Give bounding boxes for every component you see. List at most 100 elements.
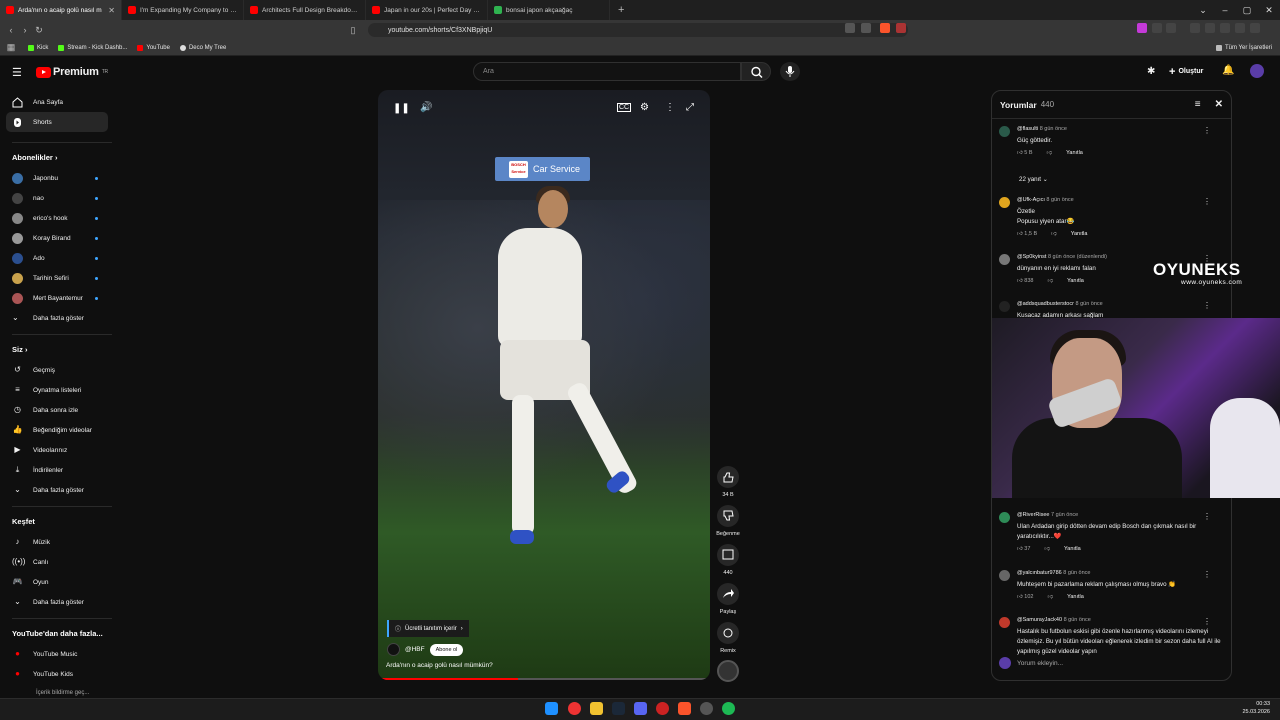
more-vertical-icon[interactable]: ⋮ [1203,617,1211,626]
extension-icon[interactable] [1166,23,1176,33]
windows-start-icon[interactable] [545,702,558,715]
music-extension-icon[interactable] [1190,23,1200,33]
share-button[interactable]: Paylaş [714,583,742,615]
reply-button[interactable]: Yanıtla [1066,150,1083,156]
sidebar-item[interactable]: ◷ Daha sonra izle [0,400,114,420]
sort-icon[interactable]: ≡ [1195,99,1201,110]
like-comment-button[interactable]: 👍︎ 37 [1017,546,1030,552]
sidebar-footer-link[interactable]: İçerik bildirme geç... [36,690,89,696]
more-vertical-icon[interactable]: ⋮ [1203,197,1211,206]
dislike-comment-button[interactable]: 👎︎ [1051,231,1057,237]
comment-author[interactable]: @SamurayJack40 [1017,617,1062,623]
like-comment-button[interactable]: 👍︎ 5 B [1017,150,1033,156]
sidebar-item-subscription[interactable]: Tarihin Sefiri [0,268,114,288]
opera-icon[interactable] [656,702,669,715]
like-comment-button[interactable]: 👍︎ 102 [1017,594,1033,600]
browser-tab[interactable]: Architects Full Design Breakdown of [244,0,366,20]
sound-thumbnail[interactable] [714,660,742,686]
paid-promotion-badge[interactable]: ⓘ Ücretli tanıtım içerir › [387,620,469,637]
discord-icon[interactable] [634,702,647,715]
close-icon[interactable]: ✕ [1215,99,1223,110]
close-window-icon[interactable]: ✕ [1258,5,1280,16]
apps-grid-icon[interactable]: ▦ [4,42,18,53]
browser-tab[interactable]: Arda'nın o acaip golü nasıl m ✕ [0,0,122,20]
comment-author[interactable]: @flasulti [1017,126,1038,132]
spotify-icon[interactable] [722,702,735,715]
sidebar-toggle-icon[interactable] [1205,23,1215,33]
video-title[interactable]: Arda'nın o acaip golü nasıl mümkün? [386,662,493,669]
forward-icon[interactable]: › [18,25,32,35]
back-icon[interactable]: ‹ [4,25,18,35]
add-comment-field[interactable]: Yorum ekleyin... [999,657,1224,669]
avatar[interactable] [999,126,1010,137]
sidebar-item[interactable]: ● YouTube Music [0,644,114,664]
fullscreen-icon[interactable]: ⤢ [686,102,694,113]
sidebar-item[interactable]: ⌄ Daha fazla göster [0,480,114,500]
sidebar-item-subscription[interactable]: erico's hook [0,208,114,228]
comment-author[interactable]: @RiverRisee [1017,512,1049,518]
obs-icon[interactable] [700,702,713,715]
sidebar-item-subscription[interactable]: Mert Bayantemur [0,288,114,308]
channel-avatar[interactable] [387,643,400,656]
avatar[interactable] [999,512,1010,523]
brave-shields-icon[interactable] [880,23,890,33]
avatar[interactable] [999,617,1010,628]
more-vertical-icon[interactable]: ⋮ [1203,126,1211,135]
comment-author[interactable]: @Ufk-Açıcı [1017,197,1045,203]
system-clock[interactable]: 00:33 25.03.2026 [1242,700,1270,716]
dislike-comment-button[interactable]: 👎︎ [1047,150,1053,156]
sidebar-item[interactable]: ↺ Geçmiş [0,360,114,380]
bookmark-stream[interactable]: Stream - Kick Dashb... [58,44,127,51]
voice-search-button[interactable] [780,62,800,81]
tab-search-icon[interactable]: ⌄ [1192,5,1214,16]
like-button[interactable]: 34 B [714,466,742,498]
menu-icon[interactable] [1250,23,1260,33]
sidebar-item[interactable]: ⌄ Daha fazla göster [0,592,114,612]
subscriptions-header[interactable]: Abonelikler › [0,143,118,168]
sidebar-item-subscription[interactable]: Ado [0,248,114,268]
steam-icon[interactable] [612,702,625,715]
reply-button[interactable]: Yanıtla [1064,546,1081,552]
sidebar-item[interactable]: ((•)) Canlı [0,552,114,572]
avatar[interactable] [999,197,1010,208]
reply-button[interactable]: Yanıtla [1067,278,1084,284]
search-button[interactable] [741,62,771,81]
address-bar[interactable]: youtube.com/shorts/Cf3XNBpjiqU [368,23,908,37]
wallet-icon[interactable] [1220,23,1230,33]
sponsor-overlay[interactable]: BOSCH Service Car Service [495,157,590,181]
video-progress-bar[interactable] [380,678,708,680]
more-vertical-icon[interactable]: ⋮ [1203,301,1211,310]
sidebar-item[interactable]: 👍 Beğendiğim videolar [0,420,114,440]
dislike-comment-button[interactable]: 👎︎ [1044,546,1050,552]
share-page-icon[interactable] [861,23,871,33]
studio-icon[interactable]: ✱ [1147,66,1155,77]
comments-button[interactable]: 440 [714,544,742,576]
you-header[interactable]: Siz › [0,335,118,360]
dislike-button[interactable]: Beğenme [714,505,742,537]
extension-icon[interactable] [1137,23,1147,33]
subscriptions-show-more[interactable]: ⌄ Daha fazla göster [0,308,114,328]
more-vertical-icon[interactable]: ⋮ [1203,570,1211,579]
browser-tab[interactable]: bonsai japon akçaağaç [488,0,610,20]
search-input[interactable]: Ara [473,62,741,81]
pause-icon[interactable]: ❚❚ [393,103,410,114]
brave-rewards-icon[interactable] [896,23,906,33]
more-vertical-icon[interactable]: ⋮ [665,102,675,113]
comment-author[interactable]: @addsquadbusterstocr [1017,301,1074,307]
pip-icon[interactable] [845,23,855,33]
avatar[interactable] [999,254,1010,265]
file-explorer-icon[interactable] [590,702,603,715]
like-comment-button[interactable]: 👍︎ 1,5 B [1017,231,1037,237]
create-button[interactable]: + Oluştur [1163,63,1209,80]
comment-author[interactable]: @Sp0kyinst [1017,254,1046,260]
settings-gear-icon[interactable]: ⚙ [640,102,649,113]
sidebar-item[interactable]: ▶ Videolarınız [0,440,114,460]
sidebar-item-subscription[interactable]: nao [0,188,114,208]
maximize-icon[interactable]: ▢ [1236,5,1258,16]
more-vertical-icon[interactable]: ⋮ [1203,512,1211,521]
avatar[interactable] [1250,64,1264,78]
sidebar-item-subscription[interactable]: Japonbu [0,168,114,188]
reload-icon[interactable]: ↻ [32,25,46,36]
browser-tab[interactable]: I'm Expanding My Company to New [122,0,244,20]
avatar[interactable] [999,570,1010,581]
